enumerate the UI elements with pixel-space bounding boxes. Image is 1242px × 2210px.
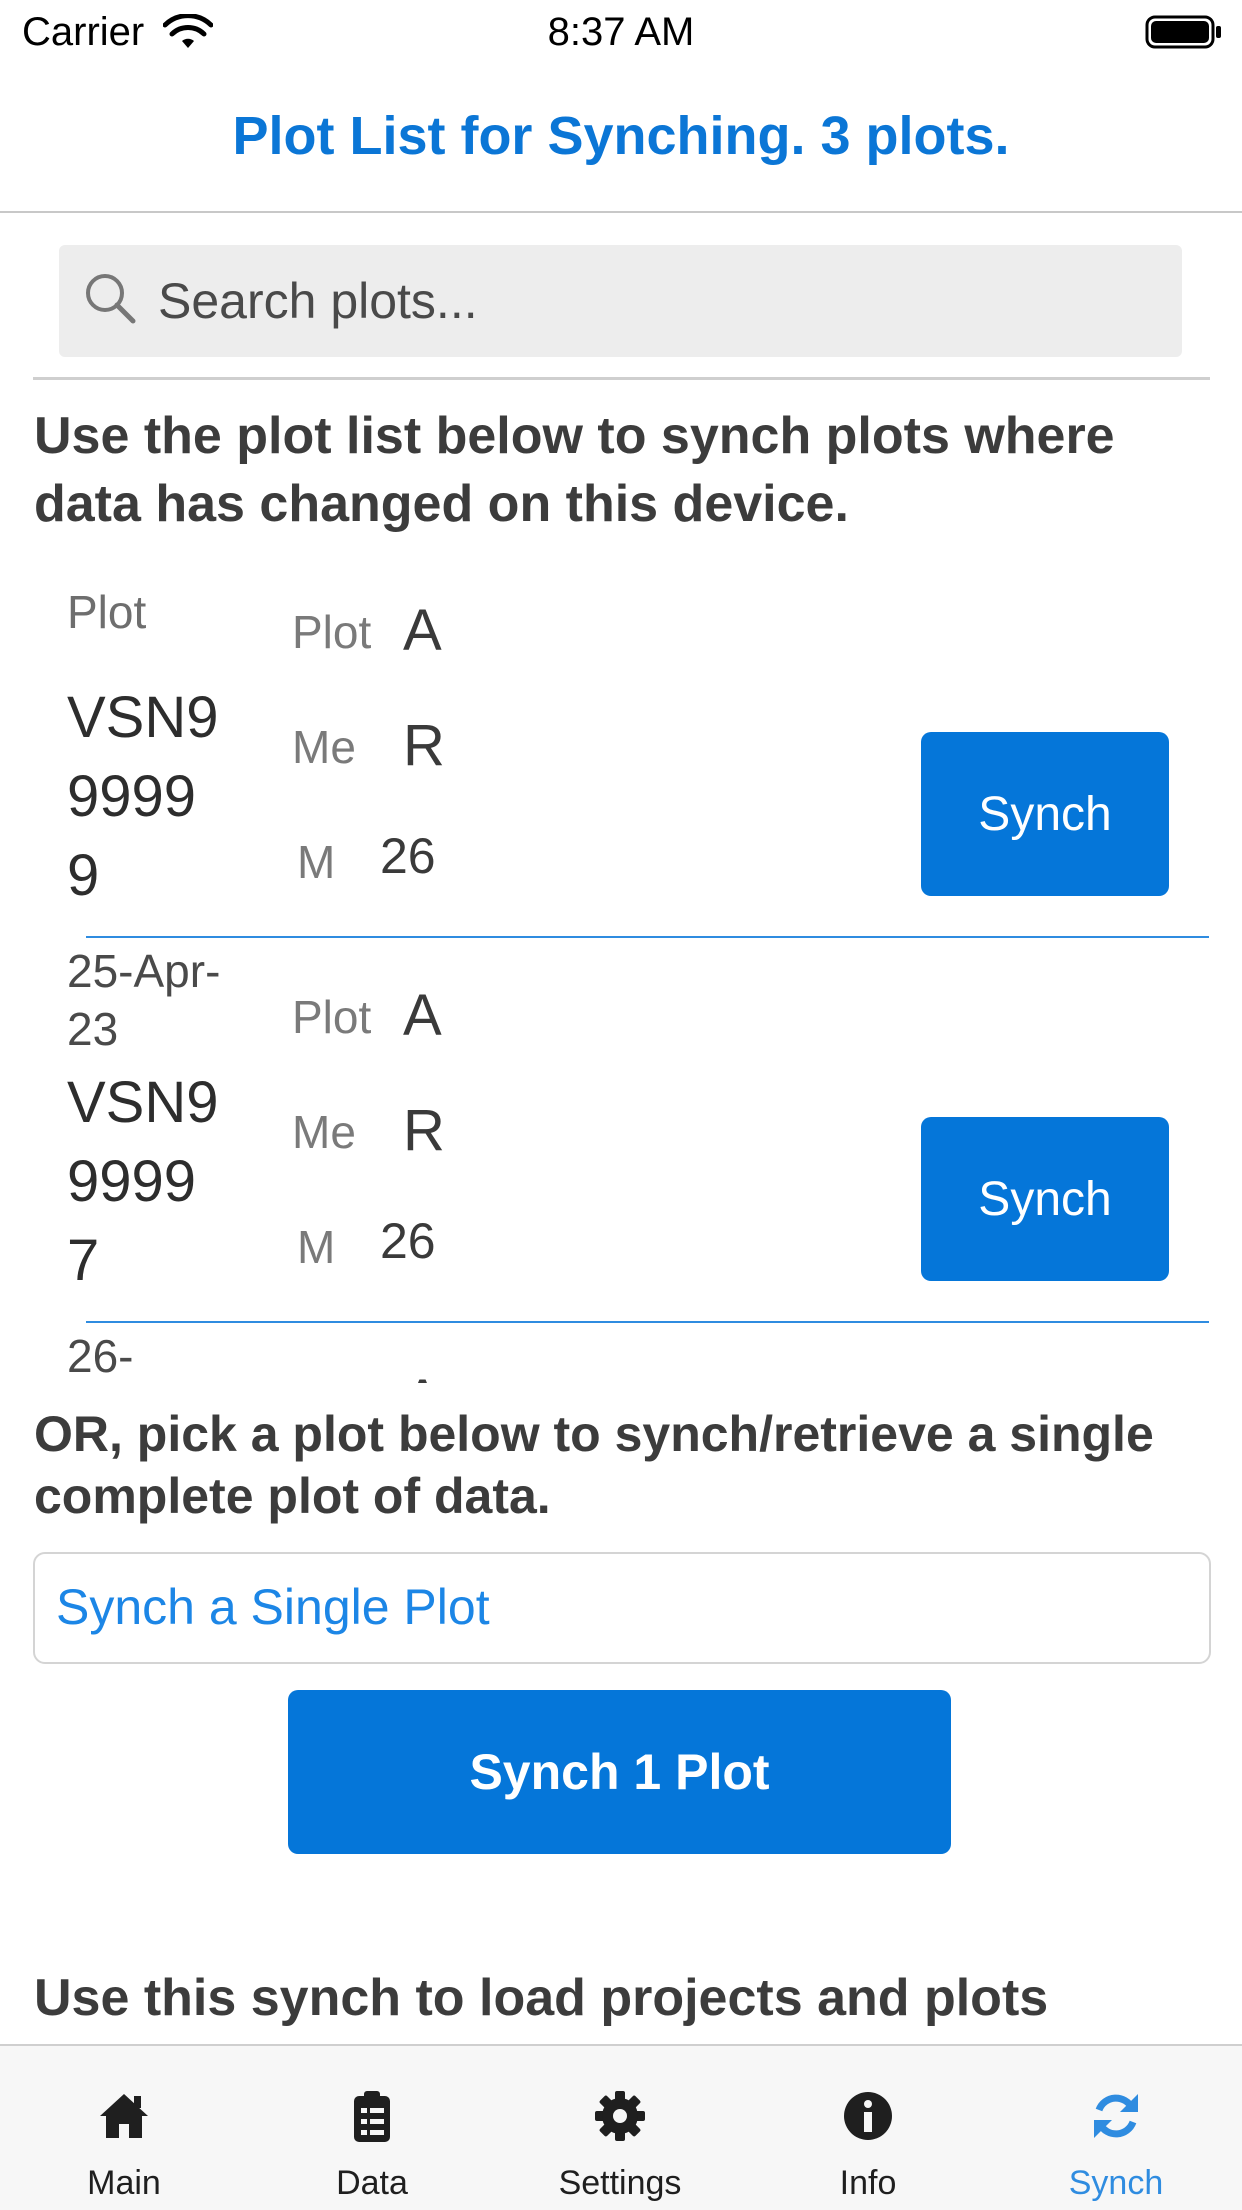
plot-value: A <box>403 1367 442 1383</box>
battery-icon <box>1145 15 1221 49</box>
row-synch-button[interactable]: Synch <box>921 1117 1169 1281</box>
tab-synch[interactable]: Synch <box>992 2046 1240 2210</box>
search-placeholder: Search plots... <box>158 273 478 329</box>
me-key: Me <box>292 1106 356 1158</box>
list-item: 25-Apr-23 VSN99999 7 Plot A Me R M 26 Sy… <box>0 945 1242 1345</box>
row-divider <box>86 1321 1209 1323</box>
plot-list[interactable]: Plot VSN99999 9 Plot A Me R M 26 Synch 2… <box>0 575 1242 1383</box>
m-value: 26 <box>380 1213 436 1269</box>
tab-settings[interactable]: Settings <box>496 2046 744 2210</box>
synch-icon <box>1094 2094 1138 2138</box>
tab-bar: Main Data Settings Info Synch <box>0 2044 1242 2210</box>
list-item: Plot VSN99999 9 Plot A Me R M 26 Synch <box>0 575 1242 960</box>
tab-label: Synch <box>1068 2164 1164 2202</box>
row-divider <box>86 936 1209 938</box>
header-divider <box>0 211 1242 213</box>
home-icon <box>100 2094 148 2138</box>
plot-date: 26- <box>67 1330 134 1382</box>
m-value: 26 <box>380 828 436 884</box>
synch-one-plot-button[interactable]: Synch 1 Plot <box>288 1690 951 1854</box>
list-item: 26- Plot A <box>0 1330 1242 1383</box>
plot-label: Plot <box>67 586 147 638</box>
row-synch-button[interactable]: Synch <box>921 732 1169 896</box>
me-key: Me <box>292 721 356 773</box>
gear-icon <box>595 2091 645 2141</box>
plot-key: Plot <box>292 606 372 658</box>
page-title: Plot List for Synching. 3 plots. <box>232 106 1010 166</box>
tab-data[interactable]: Data <box>248 2046 496 2210</box>
clipboard-icon <box>354 2091 390 2142</box>
plot-value: A <box>403 983 442 1048</box>
single-plot-picker-label: Synch a Single Plot <box>56 1579 490 1635</box>
plot-id: VSN99999 7 <box>67 1070 219 1293</box>
m-key: M <box>297 836 336 888</box>
search-icon <box>86 274 136 324</box>
status-time: 8:37 AM <box>547 10 695 54</box>
me-value: R <box>403 713 445 778</box>
info-icon <box>844 2092 892 2140</box>
m-key: M <box>297 1221 336 1273</box>
tab-main[interactable]: Main <box>0 2046 248 2210</box>
single-plot-instructions: OR, pick a plot below to synch/retrieve … <box>34 1406 1154 1524</box>
load-projects-text: Use this synch to load projects and plot… <box>34 1969 1049 2027</box>
synch-instructions: Use the plot list below to synch plots w… <box>34 407 1115 533</box>
me-value: R <box>403 1098 445 1163</box>
plot-date: 25-Apr-23 <box>67 945 221 1055</box>
plot-key: Plot <box>292 991 372 1043</box>
tab-label: Settings <box>558 2164 682 2202</box>
tab-label: Main <box>87 2164 161 2202</box>
search-divider <box>33 377 1210 380</box>
tab-info[interactable]: Info <box>744 2046 992 2210</box>
plot-value: A <box>403 598 442 663</box>
tab-label: Data <box>336 2164 408 2202</box>
plot-id: VSN99999 9 <box>67 685 219 908</box>
tab-label: Info <box>839 2164 897 2202</box>
plot-key: Plot <box>292 1375 371 1383</box>
